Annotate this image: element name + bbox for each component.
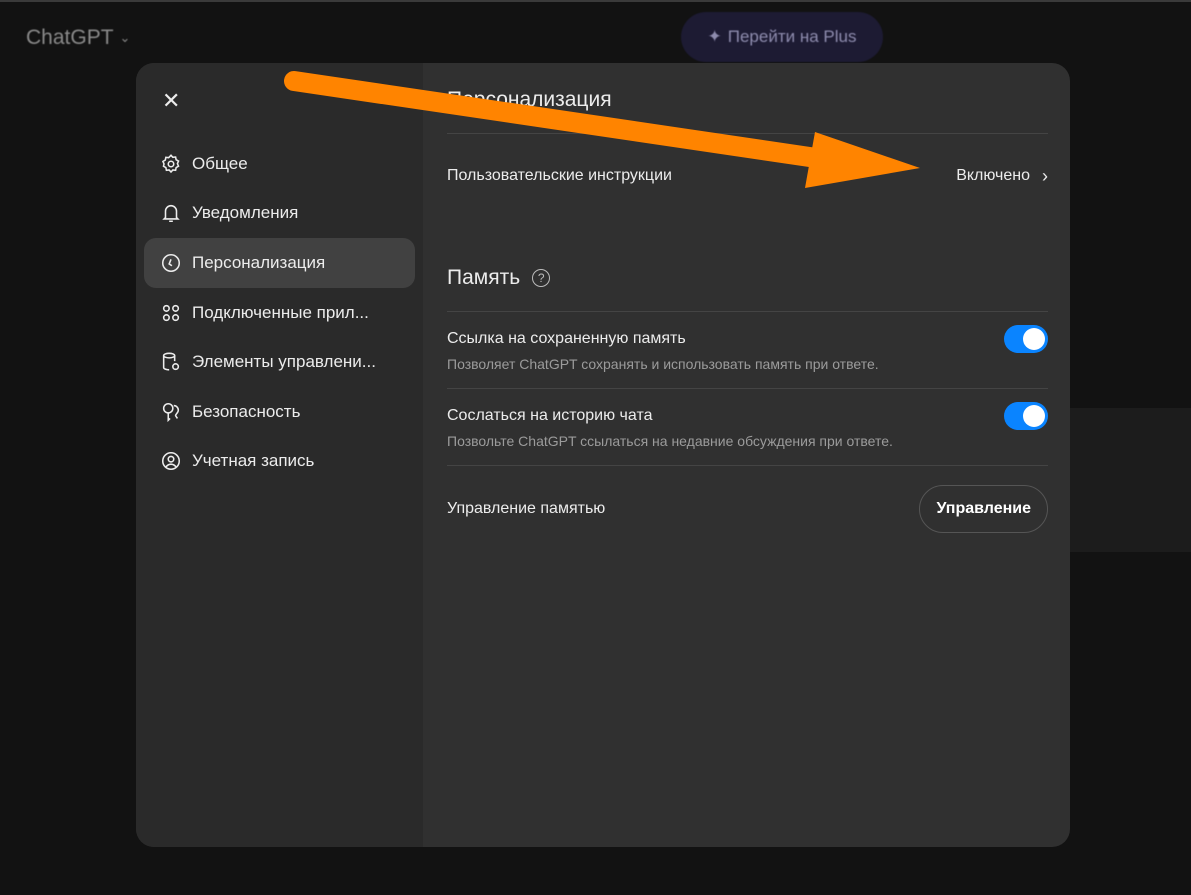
model-selector[interactable]: ChatGPT ⌄ [26,26,130,50]
saved-memory-description: Позволяет ChatGPT сохранять и использова… [447,356,879,372]
chat-history-toggle[interactable] [1004,402,1048,430]
chevron-right-icon: › [1042,165,1048,186]
manage-memory-row: Управление памятью Управление [447,466,1048,552]
nav-label: Безопасность [192,401,301,421]
page-title: Персонализация [447,85,1048,134]
window-edge [0,0,1191,2]
settings-dialog: ✕ Общее Уведомления Персонализация Подкл… [136,63,1070,847]
settings-content: Персонализация Пользовательские инструкц… [423,63,1070,847]
saved-memory-setting: Ссылка на сохраненную память Позволяет C… [447,312,1048,389]
chat-history-label: Сослаться на историю чата [447,407,653,424]
chat-history-setting: Сослаться на историю чата Позвольте Chat… [447,389,1048,466]
sidebar-item-data-controls[interactable]: Элементы управлени... [144,337,415,387]
help-icon[interactable]: ? [532,268,551,287]
chat-history-description: Позвольте ChatGPT ссылаться на недавние … [447,433,893,449]
nav-label: Общее [192,153,248,173]
brand-label: ChatGPT [26,26,114,49]
key-icon [162,402,180,422]
sidebar-item-personalization[interactable]: Персонализация [144,238,415,288]
memory-heading: Память? [447,256,1048,312]
saved-memory-label: Ссылка на сохраненную память [447,330,686,347]
personalization-icon [161,253,181,273]
upgrade-plus-button[interactable]: ✦ Перейти на Plus [681,12,883,62]
nav-label: Персонализация [192,252,326,272]
apps-icon [162,304,180,321]
sidebar-item-general[interactable]: Общее [144,139,415,189]
nav-label: Элементы управлени... [192,352,376,372]
sparkle-icon: ✦ [707,27,722,46]
nav-label: Учетная запись [192,451,315,471]
memory-title: Память [447,265,521,289]
database-gear-icon [162,352,180,371]
custom-instructions-status: Включено [956,167,1030,184]
manage-memory-button[interactable]: Управление [919,485,1048,533]
settings-sidebar: ✕ Общее Уведомления Персонализация Подкл… [136,63,423,847]
bell-icon [162,205,180,223]
manage-memory-label: Управление памятью [447,500,606,517]
background-panel [1070,408,1191,552]
sidebar-item-account[interactable]: Учетная запись [144,437,415,487]
chevron-down-icon: ⌄ [119,30,131,45]
user-icon [161,452,181,471]
saved-memory-toggle[interactable] [1004,325,1048,353]
gear-icon [161,153,180,173]
sidebar-item-connected-apps[interactable]: Подключенные прил... [144,288,415,338]
custom-instructions-label: Пользовательские инструкции [447,167,672,184]
custom-instructions-row[interactable]: Пользовательские инструкции Включено › [447,134,1048,220]
close-icon[interactable]: ✕ [162,90,182,112]
nav-label: Подключенные прил... [192,302,369,322]
sidebar-item-security[interactable]: Безопасность [144,387,415,437]
nav-label: Уведомления [192,203,299,223]
sidebar-item-notifications[interactable]: Уведомления [144,189,415,239]
settings-nav: Общее Уведомления Персонализация Подключ… [144,139,415,486]
upgrade-label: Перейти на Plus [727,27,857,46]
